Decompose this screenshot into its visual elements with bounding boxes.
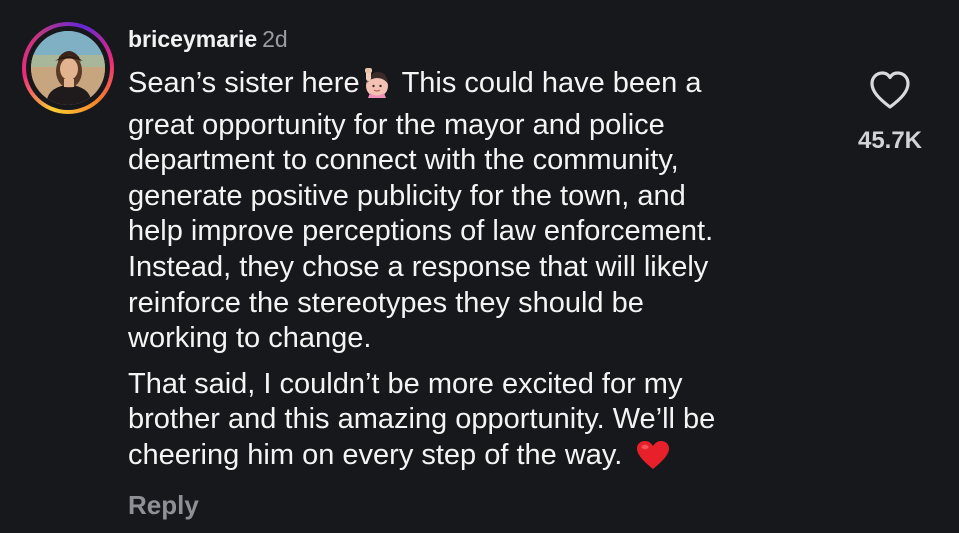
comment-line: help improve perceptions of law enforcem… (128, 215, 714, 248)
comment-header: briceymarie 2d (128, 24, 288, 54)
comment-line: cheering him on every step of the way. (128, 438, 828, 480)
comment-paragraph-2: That said, I couldn’t be more excited fo… (128, 367, 828, 480)
avatar-gap (26, 26, 110, 110)
red-heart-emoji (636, 440, 670, 480)
comment: briceymarie 2d Sean’s sister here This cou… (0, 0, 959, 533)
avatar[interactable] (31, 31, 105, 105)
comment-line: That said, I couldn’t be more excited fo… (128, 367, 683, 400)
comment-line: reinforce the stereotypes they should be (128, 286, 644, 319)
comment-line-text: Sean’s sister here (128, 67, 360, 99)
like-button[interactable] (866, 68, 914, 112)
story-ring[interactable] (22, 22, 114, 114)
comment-paragraph-1: Sean’s sister here This could have been a… (128, 66, 828, 357)
comment-line: brother and this amazing opportunity. We… (128, 403, 716, 436)
raising-hand-emoji (362, 68, 392, 108)
comment-line: Instead, they chose a response that will… (128, 250, 709, 283)
comment-line: generate positive publicity for the town… (128, 179, 686, 212)
comment-line-text: This could have been a (401, 67, 702, 99)
comment-line: great opportunity for the mayor and poli… (128, 108, 665, 141)
comment-line-text: cheering him on every step of the way. (128, 438, 623, 471)
username[interactable]: briceymarie (128, 26, 257, 52)
timestamp: 2d (262, 26, 288, 52)
comment-line: working to change. (128, 322, 372, 355)
reply-button[interactable]: Reply (128, 490, 199, 521)
avatar-photo (31, 31, 105, 105)
heart-outline-icon (870, 71, 910, 109)
comment-line: Sean’s sister here This could have been a (128, 66, 828, 108)
comment-text: Sean’s sister here This could have been a… (128, 66, 828, 480)
like-count: 45.7K (857, 127, 923, 154)
comment-line: department to connect with the community… (128, 144, 679, 177)
